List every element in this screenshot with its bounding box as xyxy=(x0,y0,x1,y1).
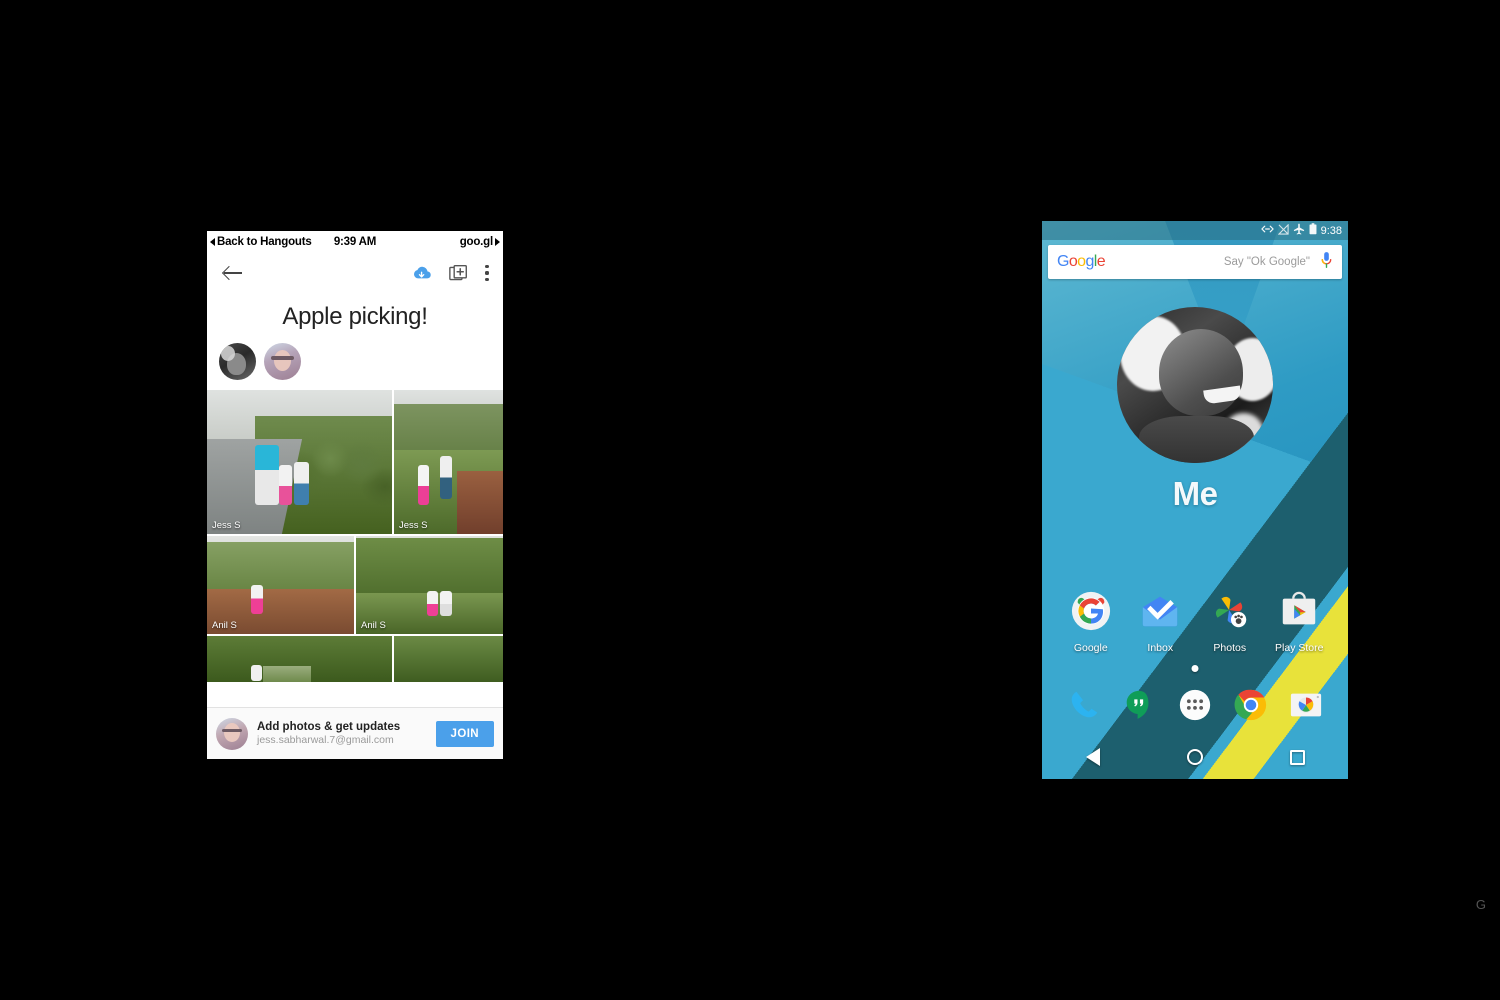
android-status-bar: 9:38 xyxy=(1042,221,1348,240)
airplane-mode-icon xyxy=(1293,223,1305,238)
photo-tile[interactable]: Jess S xyxy=(207,390,392,534)
battery-icon xyxy=(1309,223,1317,238)
photo-grid-row: Jess S Jess S xyxy=(207,390,503,534)
album-members xyxy=(207,331,503,390)
dock-camera[interactable] xyxy=(1278,688,1334,722)
app-label: Photos xyxy=(1213,642,1247,654)
photo-tile[interactable]: Jess S xyxy=(394,390,503,534)
nav-back-icon[interactable] xyxy=(1085,748,1100,766)
photo-grid-row: Anil S Anil S xyxy=(207,536,503,634)
photo-image xyxy=(207,390,392,534)
google-photos-icon xyxy=(1209,590,1251,637)
dock-app-drawer[interactable] xyxy=(1167,687,1223,723)
photo-image xyxy=(394,636,503,682)
app-label: Google xyxy=(1073,642,1108,654)
screenshot-canvas: Back to Hangouts 9:39 AM goo.gl Apple pi… xyxy=(0,0,1500,1000)
photo-image xyxy=(207,636,392,682)
phone-icon xyxy=(1071,691,1098,718)
app-label: Play Store xyxy=(1275,642,1324,654)
photo-tile[interactable] xyxy=(207,636,392,682)
photos-toolbar xyxy=(207,253,503,293)
app-photos[interactable]: Photos xyxy=(1195,590,1265,654)
ios-status-bar: Back to Hangouts 9:39 AM goo.gl xyxy=(207,231,503,253)
status-bar-time: 9:39 AM xyxy=(333,236,377,248)
app-inbox[interactable]: Inbox xyxy=(1126,590,1196,654)
banner-title: Add photos & get updates xyxy=(257,721,401,733)
android-nav-bar xyxy=(1042,735,1348,779)
google-watermark: G xyxy=(1475,897,1486,912)
hangouts-icon xyxy=(1127,690,1149,719)
join-button[interactable]: JOIN xyxy=(435,720,494,747)
photo-caption: Anil S xyxy=(361,620,386,631)
google-app-icon xyxy=(1070,590,1112,637)
photo-grid: Jess S Jess S Anil S Anil S xyxy=(207,390,503,682)
avatar[interactable] xyxy=(219,343,256,380)
photo-tile[interactable]: Anil S xyxy=(356,536,503,634)
app-play-store[interactable]: Play Store xyxy=(1265,590,1335,654)
app-drawer-icon xyxy=(1179,689,1211,721)
app-google[interactable]: Google xyxy=(1056,590,1126,654)
profile-photo[interactable] xyxy=(1117,307,1273,463)
banner-text: Add photos & get updates jess.sabharwal.… xyxy=(257,721,427,746)
photo-image xyxy=(394,390,503,534)
photo-grid-row xyxy=(207,636,503,682)
page-indicator-dot xyxy=(1191,665,1199,672)
photo-tile[interactable] xyxy=(394,636,503,682)
nav-recents-icon[interactable] xyxy=(1289,749,1305,765)
add-to-album-icon[interactable] xyxy=(449,264,468,283)
right-phone-screen: 9:38 Google Say "Ok Google" Me Google In… xyxy=(1042,221,1348,779)
me-widget-label: Me xyxy=(1172,475,1218,512)
arrow-left-icon[interactable] xyxy=(221,261,245,285)
avatar xyxy=(216,717,248,750)
play-store-icon xyxy=(1278,590,1320,637)
photo-caption: Jess S xyxy=(212,520,241,531)
inbox-app-icon xyxy=(1139,590,1181,637)
avatar[interactable] xyxy=(264,343,301,380)
no-signal-icon xyxy=(1277,223,1289,238)
google-logo: Google xyxy=(1057,253,1106,270)
album-title: Apple picking! xyxy=(282,303,428,330)
nav-home-icon[interactable] xyxy=(1186,749,1203,765)
home-dock xyxy=(1042,687,1348,723)
google-search-bar[interactable]: Google Say "Ok Google" xyxy=(1048,245,1342,279)
camera-icon xyxy=(1291,693,1322,717)
usb-debug-icon xyxy=(1260,224,1274,237)
photo-caption: Jess S xyxy=(399,520,428,531)
cloud-download-icon[interactable] xyxy=(411,265,432,282)
banner-email: jess.sabharwal.7@gmail.com xyxy=(257,734,394,746)
home-app-row: Google Inbox Photos Play Store xyxy=(1042,590,1348,654)
status-bar-clock: 9:38 xyxy=(1320,224,1342,237)
left-phone-screen: Back to Hangouts 9:39 AM goo.gl Apple pi… xyxy=(207,231,503,759)
join-album-banner: Add photos & get updates jess.sabharwal.… xyxy=(207,707,503,759)
search-input[interactable]: Say "Ok Google" xyxy=(1224,256,1310,268)
me-widget[interactable]: Me xyxy=(1042,307,1348,513)
dock-chrome[interactable] xyxy=(1223,688,1279,722)
dock-hangouts[interactable] xyxy=(1112,688,1168,722)
dock-phone[interactable] xyxy=(1056,688,1112,722)
app-label: Inbox xyxy=(1147,642,1174,654)
photo-tile[interactable]: Anil S xyxy=(207,536,354,634)
chrome-icon xyxy=(1234,689,1266,721)
kebab-menu-icon[interactable] xyxy=(485,265,489,281)
toolbar-actions xyxy=(411,264,489,283)
photo-caption: Anil S xyxy=(212,620,237,631)
microphone-icon[interactable] xyxy=(1320,251,1333,274)
